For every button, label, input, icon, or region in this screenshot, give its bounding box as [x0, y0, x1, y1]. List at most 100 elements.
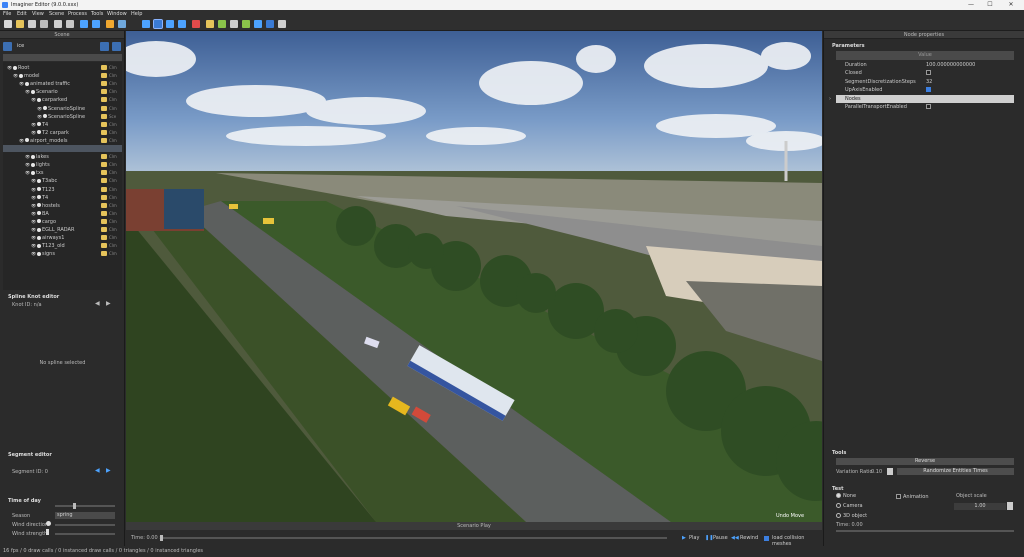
tree-node[interactable]: 👁 BA [31, 210, 49, 217]
test-camera-option[interactable]: Camera [836, 503, 863, 509]
segment-prev-icon[interactable]: ◀ [95, 467, 100, 474]
object-scale-slider[interactable] [1007, 502, 1013, 510]
pause-button[interactable]: Pause [713, 535, 728, 541]
menu-scene[interactable]: Scene [49, 10, 64, 18]
pen-icon[interactable] [118, 20, 126, 28]
menu-tools[interactable]: Tools [91, 10, 103, 18]
test-animation-option[interactable]: Animation [896, 493, 929, 500]
menu-file[interactable]: File [3, 10, 11, 18]
settings-icon[interactable] [106, 20, 114, 28]
wind-strength-handle[interactable] [46, 529, 49, 535]
timeline-slider[interactable] [162, 537, 667, 539]
test-animation-checkbox[interactable] [896, 494, 901, 499]
undo-icon[interactable] [80, 20, 88, 28]
prop-duration-value[interactable]: 100.000000000000 [926, 61, 975, 69]
save-all-icon[interactable] [40, 20, 48, 28]
scene-tree[interactable]: 👁 Root Clm 👁 model Clm 👁 animated traffic Clm 👁 Sc… [3, 62, 122, 290]
menu-edit[interactable]: Edit [17, 10, 27, 18]
test-none-radio[interactable] [836, 493, 841, 498]
knot-next-icon[interactable]: ▶ [106, 300, 111, 307]
tree-node[interactable]: 👁 T4 [31, 121, 48, 128]
tree-node[interactable]: 👁 animated traffic [19, 80, 70, 87]
test-none-option[interactable]: None [836, 493, 856, 499]
terrain-icon[interactable] [242, 20, 250, 28]
menu-help[interactable]: Help [131, 10, 142, 18]
pointer-icon[interactable] [142, 20, 150, 28]
tree-node[interactable]: 👁 T4 [31, 194, 48, 201]
menu-process[interactable]: Process [68, 10, 87, 18]
tree-node[interactable]: 👁 Root [7, 64, 29, 71]
tree-node[interactable]: 👁 signs [31, 250, 55, 257]
light-icon[interactable] [266, 20, 274, 28]
scene-refresh-icon[interactable] [3, 42, 12, 51]
load-collision-checkbox[interactable] [764, 536, 769, 541]
maximize-button[interactable]: ☐ [983, 0, 997, 10]
play-icon[interactable]: ▶ [682, 535, 686, 541]
tree-node[interactable]: 👁 airport_models [19, 137, 67, 144]
wind-strength-slider[interactable] [55, 533, 115, 535]
timeline-handle[interactable] [160, 535, 163, 541]
prop-up-axis-checkbox[interactable] [926, 87, 931, 92]
delete-icon[interactable] [192, 20, 200, 28]
time-of-day-handle[interactable] [73, 503, 76, 509]
time-of-day-slider[interactable] [55, 505, 115, 507]
tree-node[interactable]: 👁 airways1 [31, 234, 64, 241]
tree-node[interactable]: 👁 T2 carpark [31, 129, 69, 136]
move-icon[interactable] [153, 19, 163, 29]
tree-node[interactable]: 👁 T123 [31, 186, 55, 193]
test-time-slider[interactable] [836, 530, 1014, 532]
tree-node[interactable]: 👁 lights [25, 161, 50, 168]
scale-icon[interactable] [178, 20, 186, 28]
test-3d-object-option[interactable]: 3D object [836, 513, 867, 519]
knot-prev-icon[interactable]: ◀ [95, 300, 100, 307]
tree-node[interactable]: 👁 model [13, 72, 40, 79]
tree-node[interactable]: 👁 EGLL_RADAR [31, 226, 74, 233]
segment-next-icon[interactable]: ▶ [106, 467, 111, 474]
tree-node[interactable]: 👁 hostels [31, 202, 60, 209]
refresh-icon[interactable] [254, 20, 262, 28]
tree-node[interactable]: 👁 txs [25, 169, 44, 176]
redo-icon[interactable] [92, 20, 100, 28]
tree-node[interactable]: 👁 ScenarioSpline [37, 105, 85, 112]
grid-icon[interactable] [218, 20, 226, 28]
tree-node[interactable]: 👁 T3abc [31, 177, 57, 184]
variation-ratio-slider[interactable] [887, 468, 893, 475]
snap-icon[interactable] [206, 20, 214, 28]
play-button[interactable]: Play [689, 535, 699, 541]
expand-arrow-icon[interactable]: › [829, 95, 831, 103]
3d-viewport[interactable]: Undo Move [126, 31, 822, 522]
randomize-times-button[interactable]: Randomize Entities Times [897, 468, 1014, 475]
tree-node[interactable]: 👁 carparked [31, 96, 67, 103]
prop-nodes-row[interactable]: › Nodes [829, 95, 1014, 103]
prop-parallel-transport-checkbox[interactable] [926, 104, 931, 109]
scene-down-icon[interactable] [112, 42, 121, 51]
rewind-icon[interactable]: ◀◀ [731, 535, 739, 541]
tree-node[interactable]: 👁 T123_old [31, 242, 65, 249]
rewind-button[interactable]: Rewind [740, 535, 758, 541]
reverse-button[interactable]: Reverse [836, 458, 1014, 465]
copy-icon[interactable] [66, 20, 74, 28]
wind-direction-slider[interactable] [55, 524, 115, 526]
prop-segment-steps-value[interactable]: 32 [926, 78, 932, 86]
minimize-button[interactable]: — [964, 0, 978, 10]
close-button[interactable]: ✕ [1004, 0, 1018, 10]
menu-window[interactable]: Window [107, 10, 127, 18]
open-folder-icon[interactable] [16, 20, 24, 28]
tree-node[interactable]: 👁 cargo [31, 218, 56, 225]
camera-icon[interactable] [278, 20, 286, 28]
save-icon[interactable] [28, 20, 36, 28]
season-select[interactable]: spring [55, 512, 115, 519]
prop-closed-checkbox[interactable] [926, 70, 931, 75]
test-3d-object-radio[interactable] [836, 513, 841, 518]
menu-view[interactable]: View [32, 10, 44, 18]
new-file-icon[interactable] [4, 20, 12, 28]
tree-node[interactable]: 👁 ScenarioSpline [37, 113, 85, 120]
rotate-icon[interactable] [166, 20, 174, 28]
tree-node[interactable]: 👁 lakes [25, 153, 49, 160]
tree-node[interactable]: 👁 Scenario [25, 88, 58, 95]
cut-icon[interactable] [54, 20, 62, 28]
scene-up-icon[interactable] [100, 42, 109, 51]
wind-direction-dial[interactable] [46, 521, 51, 526]
test-camera-radio[interactable] [836, 503, 841, 508]
scene-search-input[interactable]: ice [15, 42, 97, 51]
